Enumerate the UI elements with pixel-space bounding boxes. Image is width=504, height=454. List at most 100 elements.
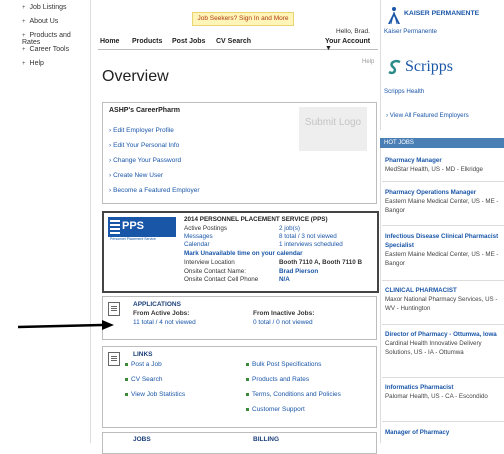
terms-link[interactable]: Terms, Conditions and Policies: [246, 391, 341, 398]
mark-unavailable-link[interactable]: Mark Unavailable time on your calendar: [184, 250, 303, 257]
job-detail: Eastern Maine Medical Center, US - ME - …: [385, 251, 499, 267]
sidebar-item-career-tools[interactable]: + Career Tools: [22, 46, 69, 53]
job-detail: Palomar Health, US - CA - Escondido: [385, 393, 488, 400]
job-title[interactable]: Director of Pharmacy - Ottumwa, Iowa: [385, 330, 503, 339]
link-label: Products and Rates: [252, 376, 310, 383]
link-label: Become a Featured Employer: [113, 187, 200, 194]
bulk-post-link[interactable]: Bulk Post Specifications: [246, 361, 321, 368]
bullet-icon: [246, 362, 249, 366]
pps-logo: PPS: [108, 217, 176, 237]
hot-jobs-header: HOT JOBS: [380, 138, 504, 148]
hot-job-item[interactable]: Infectious Disease Clinical Pharmacist S…: [385, 232, 503, 268]
job-detail: MedStar Health, US - MD - Elkridge: [385, 166, 483, 173]
inactive-jobs-label: From Inactive Jobs:: [253, 310, 315, 317]
job-title[interactable]: Pharmacy Manager: [385, 156, 503, 165]
links-title: LINKS: [133, 351, 153, 358]
plus-icon: +: [22, 19, 26, 25]
job-title[interactable]: Informatics Pharmacist: [385, 383, 503, 392]
cv-search-link[interactable]: CV Search: [125, 376, 162, 383]
bullet-icon: [125, 377, 128, 381]
kaiser-link[interactable]: Kaiser Permanente: [384, 28, 437, 35]
edit-employer-profile-link[interactable]: › Edit Employer Profile: [109, 127, 174, 134]
document-icon: [108, 302, 120, 316]
change-password-link[interactable]: › Change Your Password: [109, 157, 181, 164]
job-title[interactable]: Infectious Disease Clinical Pharmacist S…: [385, 232, 503, 250]
post-job-link[interactable]: Post a Job: [125, 361, 162, 368]
billing-title: BILLING: [253, 436, 279, 443]
sidebar-item-job-listings[interactable]: + Job Listings: [22, 4, 66, 11]
create-new-user-link[interactable]: › Create New User: [109, 172, 163, 179]
link-label: Change Your Password: [113, 157, 182, 164]
job-detail: Maxor National Pharmacy Services, US - W…: [385, 296, 498, 312]
sidebar-item-help[interactable]: + Help: [22, 60, 44, 67]
help-link[interactable]: Help: [362, 59, 374, 65]
link-label: Post a Job: [131, 361, 162, 368]
job-seekers-signin-button[interactable]: Job Seekers? Sign In and More: [192, 12, 294, 26]
applications-title: APPLICATIONS: [133, 301, 181, 308]
sidebar-item-label: Help: [29, 60, 44, 67]
link-label: Edit Your Personal Info: [113, 142, 180, 149]
hot-job-item[interactable]: Manager of Pharmacy: [385, 428, 503, 437]
sidebar-item-label: About Us: [29, 18, 59, 25]
sidebar-item-products-rates[interactable]: + Products and Rates: [22, 32, 90, 46]
tab-products[interactable]: Products: [132, 38, 162, 45]
hot-job-item[interactable]: CLINICAL PHARMACIST Maxor National Pharma…: [385, 286, 503, 313]
divider: [382, 280, 504, 281]
careerpharm-panel: ASHP's CareerPharm › Edit Employer Profil…: [102, 102, 377, 204]
main-nav: Home Products Post Jobs CV Search Your A…: [98, 33, 378, 52]
job-title[interactable]: CLINICAL PHARMACIST: [385, 286, 503, 295]
plus-icon: +: [22, 5, 26, 11]
pps-logo-subtitle: Personnel Placement Service: [110, 237, 156, 241]
job-title[interactable]: Pharmacy Operations Manager: [385, 188, 503, 197]
bullet-icon: [246, 407, 249, 411]
messages-count-link[interactable]: 8 total / 3 not viewed: [279, 233, 337, 240]
products-rates-link[interactable]: Products and Rates: [246, 376, 309, 383]
hot-job-item[interactable]: Pharmacy Manager MedStar Health, US - MD …: [385, 156, 503, 174]
divider: [382, 377, 504, 378]
featured-employer-link[interactable]: › Become a Featured Employer: [109, 187, 200, 194]
bullet-icon: [125, 362, 128, 366]
kaiser-logo-icon: [388, 7, 400, 25]
bullet-icon: [125, 392, 128, 396]
messages-link[interactable]: Messages: [184, 233, 213, 240]
tab-post-jobs[interactable]: Post Jobs: [172, 38, 205, 45]
bullet-icon: ›: [109, 172, 112, 179]
divider: [382, 324, 504, 325]
document-icon: [108, 352, 120, 366]
pps-label: Onsite Contact Cell Phone: [184, 276, 259, 283]
customer-support-link[interactable]: Customer Support: [246, 406, 305, 413]
pps-title: 2014 PERSONNEL PLACEMENT SERVICE (PPS): [184, 216, 328, 223]
bullet-icon: ›: [109, 187, 112, 194]
interview-location-value: Booth 7110 A, Booth 7110 B: [279, 259, 363, 266]
sidebar-item-label: Career Tools: [29, 46, 70, 53]
active-applications-link[interactable]: 11 total / 4 not viewed: [133, 319, 196, 326]
active-postings-link[interactable]: 2 job(s): [279, 225, 300, 232]
plus-icon: +: [22, 61, 26, 67]
submit-logo-button[interactable]: Submit Logo: [299, 107, 367, 151]
calendar-link[interactable]: Calendar: [184, 241, 210, 248]
contact-phone-value: N/A: [279, 276, 290, 283]
tab-home[interactable]: Home: [100, 38, 119, 45]
view-all-featured-link[interactable]: › View All Featured Employers: [386, 112, 469, 119]
interviews-link[interactable]: 1 interviews scheduled: [279, 241, 343, 248]
tab-cv-search[interactable]: CV Search: [216, 38, 251, 45]
hot-job-item[interactable]: Director of Pharmacy - Ottumwa, Iowa Card…: [385, 330, 503, 357]
jobs-billing-panel: JOBS BILLING: [102, 432, 377, 454]
edit-personal-info-link[interactable]: › Edit Your Personal Info: [109, 142, 179, 149]
hot-job-item[interactable]: Pharmacy Operations Manager Eastern Maine…: [385, 188, 503, 215]
divider: [382, 225, 504, 226]
bullet-icon: ›: [109, 157, 112, 164]
job-statistics-link[interactable]: View Job Statistics: [125, 391, 185, 398]
active-jobs-label: From Active Jobs:: [133, 310, 190, 317]
bullet-icon: ›: [109, 142, 112, 149]
kaiser-name: KAISER PERMANENTE: [404, 10, 480, 17]
sidebar-item-about-us[interactable]: + About Us: [22, 18, 58, 25]
link-label: Bulk Post Specifications: [252, 361, 322, 368]
job-title[interactable]: Manager of Pharmacy: [385, 428, 503, 437]
contact-name-link[interactable]: Brad Pierson: [279, 268, 318, 275]
inactive-applications-link[interactable]: 0 total / 0 not viewed: [253, 319, 313, 326]
tab-your-account[interactable]: Your Account ▼: [325, 38, 378, 52]
hot-job-item[interactable]: Informatics Pharmacist Palomar Health, US…: [385, 383, 503, 401]
scripps-link[interactable]: Scripps Health: [384, 88, 424, 95]
scripps-logo-icon: [388, 59, 401, 75]
